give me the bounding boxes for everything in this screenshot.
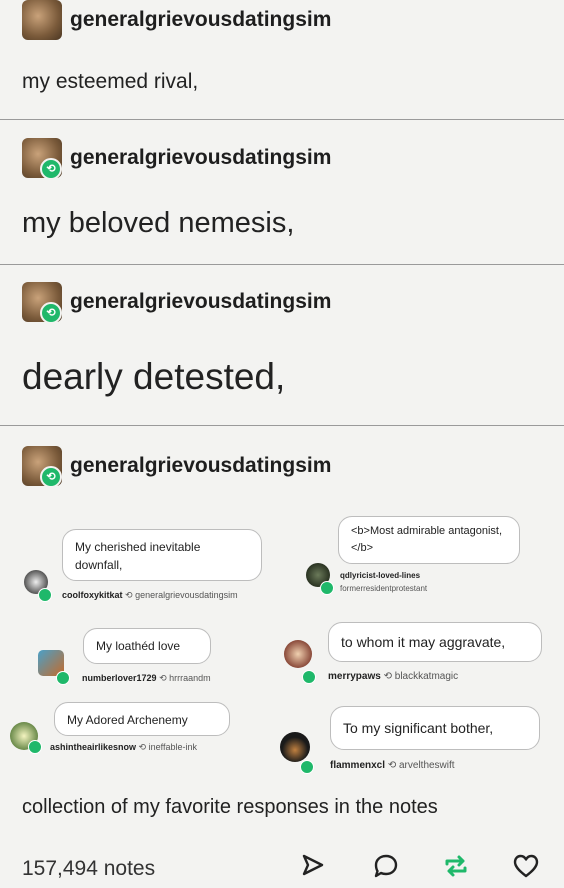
reblog-badge-icon: [300, 760, 314, 774]
post-header: ⟲ generalgrievousdatingsim: [22, 446, 331, 488]
reblog-badge-icon: [302, 670, 316, 684]
divider: [0, 425, 564, 426]
note-user[interactable]: flammenxcl: [330, 760, 385, 771]
reblog-badge-icon: ⟲: [40, 158, 62, 180]
note-bubble: My Adored Archenemy: [54, 702, 230, 736]
note-bubble: to whom it may aggravate,: [328, 622, 542, 662]
note-user[interactable]: ashintheairlikesnow: [50, 742, 136, 752]
reblog-badge-icon: ⟲: [40, 466, 62, 488]
note-meta: merrypaws ⟲ blackkatmagic: [328, 671, 459, 682]
note-bubble: My loathéd love: [83, 628, 211, 664]
note-user[interactable]: coolfoxykitkat: [62, 590, 123, 600]
note-avatar[interactable]: [284, 640, 312, 668]
note-user[interactable]: numberlover1729: [82, 673, 157, 683]
avatar[interactable]: ⟲: [22, 282, 62, 324]
post-text: my beloved nemesis,: [22, 207, 295, 239]
post-header: generalgrievousdatingsim: [22, 0, 331, 40]
note-meta: numberlover1729 ⟲ hrrraandm: [82, 673, 211, 683]
note-meta: ashintheairlikesnow ⟲ ineffable-ink: [50, 742, 197, 752]
note-reblog-source[interactable]: formerresidentprotestant: [340, 584, 427, 593]
note-meta: formerresidentprotestant: [340, 584, 427, 593]
reblog-badge-icon: ⟲: [40, 302, 62, 324]
divider: [0, 119, 564, 120]
notes-count[interactable]: 157,494 notes: [22, 857, 155, 881]
username[interactable]: generalgrievousdatingsim: [70, 146, 331, 170]
note-reblog-source[interactable]: hrrraandm: [169, 673, 211, 683]
reblog-badge-icon: [56, 671, 70, 685]
note-meta: qdlyricist-loved-lines: [340, 571, 420, 580]
avatar[interactable]: ⟲: [22, 446, 62, 488]
reblog-badge-icon: [320, 581, 334, 595]
post-text: dearly detested,: [22, 356, 286, 397]
note-reblog-source[interactable]: arveltheswift: [399, 760, 455, 771]
note-user[interactable]: qdlyricist-loved-lines: [340, 571, 420, 580]
post-caption: collection of my favorite responses in t…: [22, 796, 438, 818]
username[interactable]: generalgrievousdatingsim: [70, 8, 331, 32]
note-meta: coolfoxykitkat ⟲ generalgrievousdatingsi…: [62, 590, 238, 600]
note-meta: flammenxcl ⟲ arveltheswift: [330, 760, 455, 771]
note-avatar[interactable]: [280, 732, 310, 762]
divider: [0, 264, 564, 265]
note-bubble: My cherished inevitable downfall,: [62, 529, 262, 581]
reply-icon[interactable]: [372, 852, 400, 880]
reblog-badge-icon: [38, 588, 52, 602]
reblog-icon[interactable]: [441, 852, 471, 880]
reblog-badge-icon: [28, 740, 42, 754]
username[interactable]: generalgrievousdatingsim: [70, 290, 331, 314]
note-user[interactable]: merrypaws: [328, 671, 381, 682]
like-icon[interactable]: [512, 852, 540, 880]
avatar[interactable]: [22, 0, 62, 40]
note-reblog-source[interactable]: ineffable-ink: [149, 742, 197, 752]
note-reblog-source[interactable]: generalgrievousdatingsim: [135, 590, 238, 600]
note-bubble: <b>Most admirable antagonist,</b>: [338, 516, 520, 564]
share-icon[interactable]: [300, 852, 326, 878]
avatar[interactable]: ⟲: [22, 138, 62, 180]
username[interactable]: generalgrievousdatingsim: [70, 454, 331, 478]
post-header: ⟲ generalgrievousdatingsim: [22, 138, 331, 180]
post-text: my esteemed rival,: [22, 70, 199, 93]
post-header: ⟲ generalgrievousdatingsim: [22, 282, 331, 324]
note-reblog-source[interactable]: blackkatmagic: [395, 671, 458, 682]
note-bubble: To my significant bother,: [330, 706, 540, 750]
